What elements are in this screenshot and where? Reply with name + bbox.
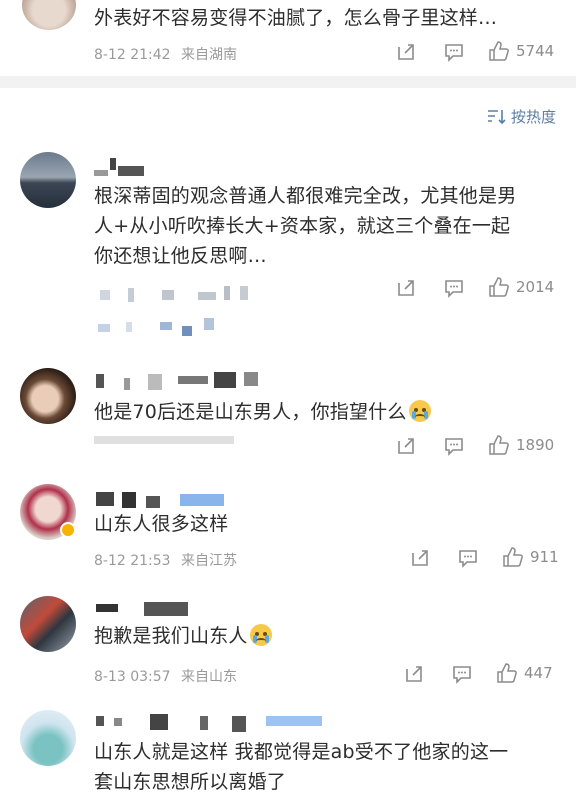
comment-text-line: 根深蒂固的观念普通人都很难完全改，尤其他是男 <box>94 185 517 207</box>
like-button[interactable]: 1890 <box>488 434 554 456</box>
reply-button[interactable] <box>444 42 464 62</box>
like-count: 2014 <box>516 278 555 296</box>
verified-badge-icon <box>60 522 76 538</box>
comment-text: 外表好不容易变得不油腻了，怎么骨子里这样… <box>94 7 498 29</box>
like-count: 1890 <box>516 436 555 454</box>
like-button[interactable]: 5744 <box>488 40 554 62</box>
like-count: 911 <box>530 548 559 566</box>
sort-button[interactable]: 按热度 <box>487 106 556 127</box>
reply-button[interactable] <box>444 278 464 298</box>
thumbs-up-icon <box>489 277 509 297</box>
comment-icon <box>459 550 477 568</box>
comment-text-line: 套山东思想所以离婚了 <box>94 771 287 793</box>
share-icon <box>398 280 414 296</box>
like-count: 5744 <box>516 42 555 60</box>
avatar[interactable] <box>20 152 76 208</box>
comment-location: 来自江苏 <box>181 553 238 569</box>
comment-icon <box>445 438 463 456</box>
thumbs-up-icon <box>489 41 509 61</box>
share-button[interactable] <box>396 436 416 456</box>
comment-text: 他是70后还是山东男人，你指望什么 <box>94 396 431 428</box>
crying-emoji-icon <box>249 624 272 646</box>
reply-button[interactable] <box>452 664 472 684</box>
comment-text-line: 你还想让他反思啊… <box>94 245 267 267</box>
comment-text-body: 他是70后还是山东男人，你指望什么 <box>94 401 407 423</box>
comment-date: 8-13 03:57 <box>94 669 171 685</box>
thumbs-up-icon <box>503 547 523 567</box>
comment-meta: 8-12 21:42 来自湖南 <box>94 44 237 64</box>
avatar[interactable] <box>20 596 76 652</box>
sort-label: 按热度 <box>510 108 556 126</box>
comment-text-line: 人+从小听吹捧长大+资本家，就这三个叠在一起 <box>94 215 511 237</box>
reply-button[interactable] <box>444 436 464 456</box>
comment-location: 来自湖南 <box>181 47 238 63</box>
comment-date: 8-12 21:42 <box>94 47 171 63</box>
comment-text: 山东人很多这样 <box>94 513 229 535</box>
thumbs-up-icon <box>489 435 509 455</box>
avatar[interactable] <box>20 368 76 424</box>
share-icon <box>398 438 414 454</box>
comment-icon <box>445 280 463 298</box>
comment-meta: 8-12 21:53 来自江苏 <box>94 550 237 570</box>
like-button[interactable]: 447 <box>496 662 553 684</box>
comment-location: 来自山东 <box>181 669 238 685</box>
thumbs-up-icon <box>497 663 517 683</box>
like-button[interactable]: 2014 <box>488 276 554 298</box>
comment-icon <box>453 666 471 684</box>
comment-text-body: 抱歉是我们山东人 <box>94 625 248 647</box>
share-button[interactable] <box>410 548 430 568</box>
section-divider <box>0 76 576 88</box>
like-button[interactable]: 911 <box>502 546 559 568</box>
share-button[interactable] <box>404 664 424 684</box>
share-icon <box>398 44 414 60</box>
share-icon <box>406 666 422 682</box>
share-button[interactable] <box>396 278 416 298</box>
like-count: 447 <box>524 664 553 682</box>
comment-meta: 8-13 03:57 来自山东 <box>94 666 237 686</box>
comment-text-line: 山东人就是这样 我都觉得是ab受不了他家的这一 <box>94 741 509 763</box>
sort-icon <box>487 109 506 124</box>
share-icon <box>412 550 428 566</box>
comment-date: 8-12 21:53 <box>94 553 171 569</box>
comment-item-1: 外表好不容易变得不油腻了，怎么骨子里这样… 8-12 21:42 来自湖南 57… <box>0 0 576 72</box>
comment-icon <box>445 44 463 62</box>
avatar[interactable] <box>20 710 76 766</box>
avatar[interactable] <box>22 0 76 30</box>
share-button[interactable] <box>396 42 416 62</box>
comment-text: 抱歉是我们山东人 <box>94 620 272 652</box>
reply-button[interactable] <box>458 548 478 568</box>
crying-emoji-icon <box>408 400 431 422</box>
